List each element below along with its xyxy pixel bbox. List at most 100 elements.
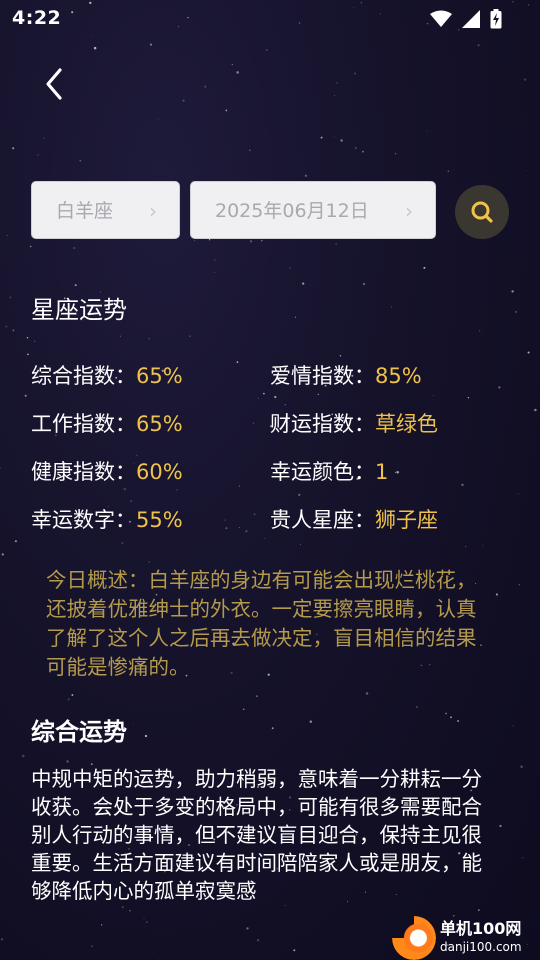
signal-icon: [462, 10, 480, 28]
stat-label: 财运指数：: [270, 412, 375, 436]
star: [298, 493, 301, 496]
zodiac-sign-selector[interactable]: 白羊座 ›: [31, 181, 180, 239]
overall-fortune-text: 中规中矩的运势，助力稍弱，意味着一分耕耘一分收获。会处于多变的格局中，可能有很多…: [31, 767, 482, 903]
star: [261, 239, 263, 242]
star: [93, 46, 97, 50]
star: [224, 519, 226, 521]
star: [293, 949, 296, 952]
star: [43, 137, 45, 139]
star: [37, 154, 39, 156]
star: [336, 82, 338, 84]
star: [289, 267, 291, 269]
star: [182, 99, 185, 102]
stat-value: 狮子座: [375, 508, 438, 532]
status-bar: 4:22: [0, 0, 540, 36]
star: [238, 527, 240, 528]
star: [523, 78, 527, 81]
star: [362, 150, 364, 153]
star: [334, 95, 336, 96]
star: [14, 540, 17, 543]
star: [464, 546, 467, 548]
stat-noble-sign: 贵人星座：狮子座: [270, 504, 438, 534]
star: [24, 394, 27, 397]
star: [365, 692, 369, 695]
star: [253, 513, 256, 516]
star: [445, 712, 447, 715]
star: [12, 329, 15, 332]
star: [284, 404, 286, 406]
stat-label: 爱情指数：: [270, 364, 375, 388]
section-title-horoscope: 星座运势: [31, 296, 127, 324]
stat-value: 85%: [375, 364, 422, 388]
stat-label: 贵人星座：: [270, 508, 375, 532]
star: [396, 471, 399, 474]
star: [231, 64, 233, 65]
system-icons: [430, 9, 502, 29]
star: [101, 924, 103, 926]
date-value: 2025年06月12日: [215, 200, 369, 222]
stat-label: 综合指数：: [31, 364, 136, 388]
star: [517, 493, 519, 495]
star: [225, 527, 228, 530]
star: [515, 311, 517, 313]
star: [266, 49, 268, 51]
stat-value: 1: [375, 460, 389, 484]
stat-label: 幸运颜色：: [270, 460, 375, 484]
star: [149, 43, 153, 46]
star: [512, 725, 514, 727]
star: [520, 765, 523, 769]
star: [243, 708, 245, 710]
star: [71, 694, 74, 696]
star: [132, 723, 134, 725]
star: [0, 466, 1, 469]
stat-lucky-number: 幸运数字：55%: [31, 504, 183, 534]
star: [461, 483, 464, 487]
date-selector[interactable]: 2025年06月12日 ›: [190, 181, 436, 239]
star: [66, 760, 69, 763]
star: [457, 720, 460, 722]
star: [73, 246, 76, 250]
star: [302, 282, 305, 285]
watermark-name: 单机100网: [440, 919, 522, 938]
star: [121, 542, 124, 544]
star: [204, 85, 207, 88]
star: [157, 118, 159, 120]
star: [208, 239, 211, 241]
star: [432, 395, 434, 397]
zodiac-sign-value: 白羊座: [56, 200, 114, 222]
star: [79, 160, 81, 162]
star: [390, 306, 392, 308]
star: [257, 397, 259, 399]
star: [130, 500, 133, 502]
chevron-right-icon: ›: [149, 199, 157, 223]
daily-summary: 今日概述：白羊座的身边有可能会出现烂桃花，还披着优雅绅士的外衣。一定要擦亮眼睛，…: [46, 568, 477, 679]
star: [467, 396, 470, 399]
search-button[interactable]: [455, 185, 509, 239]
star: [67, 698, 70, 701]
star: [449, 716, 453, 719]
star: [236, 361, 239, 363]
star: [284, 904, 286, 906]
star: [498, 386, 501, 389]
star: [29, 245, 32, 248]
stat-value: 60%: [136, 460, 183, 484]
stat-value: 55%: [136, 508, 183, 532]
star: [225, 109, 228, 112]
star: [129, 910, 131, 912]
stat-lucky-color: 幸运颜色：1: [270, 456, 388, 486]
star: [119, 335, 122, 337]
star: [9, 296, 12, 299]
star: [148, 561, 150, 563]
star: [214, 272, 216, 273]
star: [238, 485, 240, 487]
star: [148, 337, 150, 340]
star: [144, 734, 148, 738]
watermark: 单机100网 danji100.com: [392, 916, 540, 960]
star: [447, 170, 450, 172]
star: [122, 906, 124, 908]
star: [294, 316, 296, 318]
star: [354, 146, 357, 150]
back-button[interactable]: [36, 62, 76, 106]
stat-work-index: 工作指数：65%: [31, 408, 183, 438]
star: [334, 136, 335, 138]
